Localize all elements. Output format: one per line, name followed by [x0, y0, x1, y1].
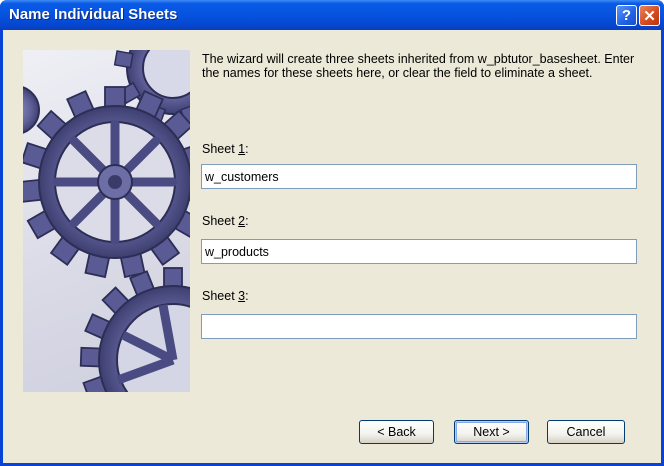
sheet-1-label-prefix: Sheet [202, 142, 239, 156]
sheet-2-label: Sheet 2: [202, 214, 249, 228]
title-bar[interactable]: Name Individual Sheets ? ✕ [0, 0, 664, 30]
sheet-1-label-suffix: : [245, 142, 249, 156]
sheet-3-label-prefix: Sheet [202, 289, 239, 303]
sheet-2-label-prefix: Sheet [202, 214, 239, 228]
close-button[interactable]: ✕ [639, 5, 660, 26]
gears-illustration [23, 50, 190, 392]
intro-text: The wizard will create three sheets inhe… [202, 52, 635, 80]
help-icon: ? [621, 7, 632, 24]
sheet-2-label-suffix: : [245, 214, 249, 228]
close-icon: ✕ [643, 7, 656, 25]
next-button[interactable]: Next > [454, 420, 529, 444]
sheet-3-input[interactable] [201, 314, 637, 339]
sheet-1-label: Sheet 1: [202, 142, 249, 156]
help-button[interactable]: ? [616, 5, 637, 26]
sheet-1-input[interactable] [201, 164, 637, 189]
sheet-3-label: Sheet 3: [202, 289, 249, 303]
dialog-body: The wizard will create three sheets inhe… [3, 30, 661, 463]
back-button[interactable]: < Back [359, 420, 434, 444]
dialog-window: Name Individual Sheets ? ✕ The wizard wi… [0, 0, 664, 466]
cancel-button[interactable]: Cancel [547, 420, 625, 444]
sheet-2-input[interactable] [201, 239, 637, 264]
sheet-3-label-suffix: : [245, 289, 249, 303]
dialog-title: Name Individual Sheets [9, 6, 178, 23]
gears-icon [23, 50, 190, 392]
